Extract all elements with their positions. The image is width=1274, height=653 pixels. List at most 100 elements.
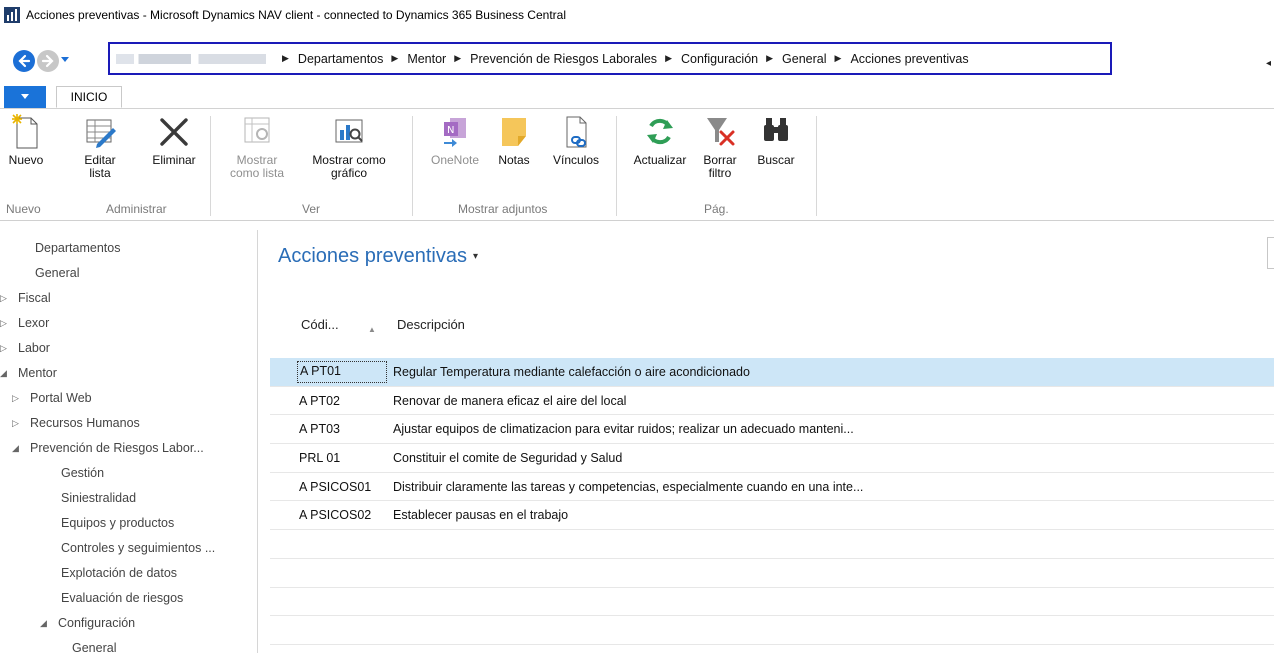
nav-item-equipos-productos[interactable]: Equipos y productos xyxy=(61,516,174,530)
onenote-icon: N xyxy=(444,118,466,147)
forward-button[interactable] xyxy=(37,50,59,72)
table-row[interactable]: A PT01 Regular Temperatura mediante cale… xyxy=(270,358,1274,387)
blurred-company-name xyxy=(116,53,266,64)
notas-button[interactable]: Notas xyxy=(494,114,534,167)
collapse-triangle-icon[interactable]: ◢ xyxy=(0,368,7,379)
column-header-description[interactable]: Descripción xyxy=(397,317,465,332)
cell-description[interactable]: Renovar de manera eficaz el aire del loc… xyxy=(393,394,626,408)
breadcrumb-item[interactable]: ▶ Prevención de Riesgos Laborales xyxy=(446,52,657,66)
nav-item-fiscal[interactable]: ▷ Fiscal xyxy=(0,291,51,305)
address-overflow-icon: ◂ xyxy=(1266,58,1272,69)
breadcrumb-item[interactable]: ▶ Mentor xyxy=(383,52,446,66)
page-title[interactable]: Acciones preventivas ▾ xyxy=(278,245,478,268)
table-row[interactable]: A PT03 Ajustar equipos de climatizacion … xyxy=(270,415,1274,445)
column-headers: Códi... ▲ Descripción xyxy=(270,317,1274,341)
nav-item-label: Explotación de datos xyxy=(61,566,178,580)
expand-triangle-icon[interactable]: ▷ xyxy=(0,343,7,354)
table-row[interactable]: A PT02 Renovar de manera eficaz el aire … xyxy=(270,387,1274,416)
onenote-label: OneNote xyxy=(430,153,480,167)
nav-item-general[interactable]: General xyxy=(35,266,79,280)
nuevo-button[interactable]: Nuevo xyxy=(6,114,46,167)
nav-item-gestion[interactable]: Gestión xyxy=(61,466,104,480)
group-label-pag: Pág. xyxy=(704,202,729,216)
borrar-filtro-label-2: filtro xyxy=(708,166,732,180)
actualizar-button[interactable]: Actualizar xyxy=(626,114,694,167)
table-row[interactable]: PRL 01 Constituir el comite de Seguridad… xyxy=(270,444,1274,473)
cell-description[interactable]: Ajustar equipos de climatizacion para ev… xyxy=(393,422,854,436)
sort-ascending-icon: ▲ xyxy=(368,325,376,334)
dynamics-app-icon xyxy=(4,7,20,23)
factbox-edge[interactable] xyxy=(1267,237,1274,269)
vinculos-button[interactable]: Vínculos xyxy=(546,114,606,167)
breadcrumb-item[interactable]: ▶ Acciones preventivas xyxy=(827,52,969,66)
cell-code[interactable]: A PT02 xyxy=(299,394,340,408)
expand-triangle-icon[interactable]: ▷ xyxy=(0,318,7,329)
mostrar-lista-label-2: como lista xyxy=(229,166,285,180)
clear-filter-icon xyxy=(707,118,735,146)
breadcrumb-label: Mentor xyxy=(407,51,447,66)
cell-code[interactable]: A PSICOS02 xyxy=(299,508,371,522)
nav-item-config-general[interactable]: General xyxy=(72,641,116,653)
refresh-icon xyxy=(647,118,673,145)
table-row[interactable]: A PSICOS02 Establecer pausas en el traba… xyxy=(270,501,1274,531)
column-header-code[interactable]: Códi... xyxy=(301,317,339,332)
eliminar-button[interactable]: Eliminar xyxy=(144,114,204,167)
expand-triangle-icon[interactable]: ▷ xyxy=(12,418,19,429)
nav-item-lexor[interactable]: ▷ Lexor xyxy=(0,316,49,330)
nav-item-label: Departamentos xyxy=(35,241,121,255)
collapse-triangle-icon[interactable]: ◢ xyxy=(12,443,19,454)
link-document-icon xyxy=(566,116,587,148)
nav-item-label: Controles y seguimientos ... xyxy=(61,541,216,555)
nav-item-configuracion[interactable]: ◢ Configuración xyxy=(40,616,135,630)
expand-triangle-icon[interactable]: ▷ xyxy=(12,393,19,404)
nav-item-siniestralidad[interactable]: Siniestralidad xyxy=(61,491,136,505)
breadcrumb-label: Configuración xyxy=(680,51,759,66)
tab-inicio[interactable]: INICIO xyxy=(56,86,122,108)
cell-description[interactable]: Establecer pausas en el trabajo xyxy=(393,508,568,522)
application-menu-button[interactable] xyxy=(4,86,46,108)
cell-description[interactable]: Regular Temperatura mediante calefacción… xyxy=(393,365,750,379)
mostrar-como-grafico-button[interactable]: Mostrar como gráfico xyxy=(300,114,398,180)
nav-item-controles-seguimientos[interactable]: Controles y seguimientos ... xyxy=(61,541,215,555)
buscar-button[interactable]: Buscar xyxy=(752,114,800,167)
breadcrumb[interactable]: ▶ Departamentos ▶ Mentor ▶ Prevención de Ri… xyxy=(108,42,1112,75)
cell-code[interactable]: A PT01 xyxy=(297,361,387,383)
new-document-icon xyxy=(12,114,38,149)
nav-item-evaluacion-riesgos[interactable]: Evaluación de riesgos xyxy=(61,591,183,605)
nav-item-departamentos[interactable]: Departamentos xyxy=(35,241,120,255)
cell-code[interactable]: A PT03 xyxy=(299,422,340,436)
mostrar-como-lista-button[interactable]: Mostrar como lista xyxy=(226,114,288,180)
breadcrumb-separator-icon: ▶ xyxy=(282,53,289,63)
ribbon-group-separator xyxy=(210,116,211,216)
list-view-icon xyxy=(244,117,270,143)
nav-item-portal-web[interactable]: ▷ Portal Web xyxy=(12,391,92,405)
expand-triangle-icon[interactable]: ▷ xyxy=(0,293,7,304)
title-dropdown-icon[interactable]: ▾ xyxy=(473,251,478,262)
collapse-triangle-icon[interactable]: ◢ xyxy=(40,618,47,629)
onenote-button[interactable]: N OneNote xyxy=(424,114,486,167)
nav-item-prevencion-riesgos[interactable]: ◢ Prevención de Riesgos Labor... xyxy=(12,441,204,455)
cell-code[interactable]: PRL 01 xyxy=(299,451,340,465)
cell-code[interactable]: A PSICOS01 xyxy=(299,480,371,494)
breadcrumb-separator-icon: ▶ xyxy=(665,53,672,63)
nav-item-explotacion-datos[interactable]: Explotación de datos xyxy=(61,566,177,580)
buscar-label: Buscar xyxy=(757,153,795,167)
empty-row xyxy=(270,559,1274,588)
borrar-filtro-button[interactable]: Borrar filtro xyxy=(696,114,744,180)
mostrar-grafico-label-1: Mostrar como xyxy=(312,153,386,167)
breadcrumb-item[interactable]: ▶ Departamentos xyxy=(274,52,383,66)
back-button[interactable] xyxy=(13,50,35,72)
caret-down-icon xyxy=(21,94,29,99)
editar-lista-button[interactable]: Editar lista xyxy=(80,114,120,180)
group-label-ver: Ver xyxy=(302,202,321,216)
cell-description[interactable]: Constituir el comite de Seguridad y Salu… xyxy=(393,451,622,465)
nav-item-mentor[interactable]: ◢ Mentor xyxy=(0,366,57,380)
nav-item-recursos-humanos[interactable]: ▷ Recursos Humanos xyxy=(12,416,140,430)
mostrar-grafico-label-2: gráfico xyxy=(330,166,368,180)
nav-item-labor[interactable]: ▷ Labor xyxy=(0,341,50,355)
cell-description[interactable]: Distribuir claramente las tareas y compe… xyxy=(393,480,863,494)
table-row[interactable]: A PSICOS01 Distribuir claramente las tar… xyxy=(270,473,1274,502)
breadcrumb-item[interactable]: ▶ Configuración xyxy=(657,52,758,66)
breadcrumb-item[interactable]: ▶ General xyxy=(758,52,826,66)
history-dropdown-icon[interactable] xyxy=(60,56,70,64)
